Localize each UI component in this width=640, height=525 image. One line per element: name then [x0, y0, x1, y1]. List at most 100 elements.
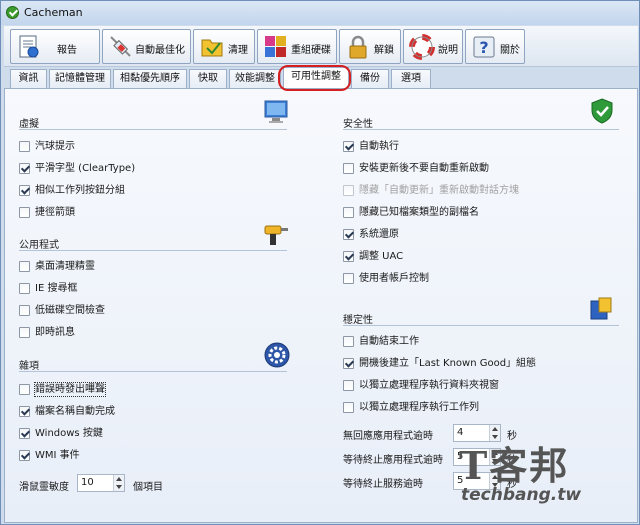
stability-section-title: 穩定性	[343, 315, 373, 326]
appearance-section-title: 虛擬	[19, 119, 39, 130]
wait-kill-app-timeout-label: 等待終止應用程式逾時	[343, 455, 443, 466]
tab-options[interactable]: 選項	[391, 69, 431, 88]
window-title: Cacheman	[24, 6, 83, 19]
auto-optimize-label: 自動最佳化	[135, 45, 185, 56]
instant-message-label: 即時訊息	[35, 327, 75, 338]
mouse-sensitivity-unit: 個項目	[133, 482, 163, 493]
low-disk-check-checkbox[interactable]	[19, 305, 30, 316]
autorun-label: 自動執行	[359, 141, 399, 152]
system-restore-label: 系統還原	[359, 229, 399, 240]
unlock-label: 解鎖	[374, 45, 394, 56]
user-account-control-checkbox[interactable]	[343, 273, 354, 284]
spin-up-icon[interactable]	[492, 427, 498, 431]
ie-search-checkbox[interactable]	[19, 283, 30, 294]
hide-restart-dialog-label: 隱藏「自動更新」重新啟動對話方塊	[359, 185, 519, 196]
auto-end-tasks-checkbox[interactable]	[343, 336, 354, 347]
title-bar[interactable]: Cacheman	[1, 1, 639, 25]
cleartype-label: 平滑字型 (ClearType)	[35, 163, 136, 174]
help-button[interactable]: 說明	[403, 29, 463, 64]
tab-memory[interactable]: 記憶體管理	[49, 69, 111, 88]
settings-gear-icon	[264, 342, 290, 368]
power-drill-icon	[264, 225, 288, 245]
error-beep-checkbox[interactable]	[19, 384, 30, 395]
wmi-events-checkbox[interactable]	[19, 450, 30, 461]
filename-autocomplete-label: 檔案名稱自動完成	[35, 406, 115, 417]
shortcut-arrow-label: 捷徑箭頭	[35, 207, 75, 218]
help-label: 說明	[438, 45, 458, 56]
spin-up-icon[interactable]	[116, 477, 122, 481]
low-disk-check-label: 低磁碟空間檢查	[35, 305, 105, 316]
report-icon	[19, 35, 39, 58]
security-divider	[343, 129, 619, 130]
last-known-good-label: 開機後建立「Last Known Good」組態	[359, 358, 537, 369]
system-restore-checkbox[interactable]	[343, 229, 354, 240]
filename-autocomplete-checkbox[interactable]	[19, 406, 30, 417]
taskbar-grouping-label: 相似工作列按鈕分組	[35, 185, 125, 196]
taskbar-grouping-checkbox[interactable]	[19, 185, 30, 196]
techbang-watermark: T客邦 techbang.tw	[441, 435, 637, 521]
tab-usability[interactable]: 可用性調整	[283, 67, 349, 88]
stability-cube-icon	[590, 297, 612, 320]
error-beep-label: 錯誤時發出嗶聲	[34, 382, 106, 397]
cleanup-button[interactable]: 清理	[193, 29, 255, 64]
defrag-icon	[265, 36, 286, 57]
syringe-icon	[110, 36, 131, 57]
about-label: 關於	[500, 45, 520, 56]
misc-divider	[19, 371, 287, 372]
hide-restart-dialog-checkbox	[343, 185, 354, 196]
tab-cache[interactable]: 快取	[189, 69, 227, 88]
windows-key-label: Windows 按鍵	[35, 428, 103, 439]
wmi-events-label: WMI 事件	[35, 450, 80, 461]
tab-backup[interactable]: 備份	[351, 69, 389, 88]
instant-message-checkbox[interactable]	[19, 327, 30, 338]
about-button[interactable]: ? 關於	[465, 29, 525, 64]
defrag-button[interactable]: 重組硬碟	[257, 29, 337, 64]
no-auto-restart-checkbox[interactable]	[343, 163, 354, 174]
toolbar: 報告 自動最佳化 清理 重組硬碟 解鎖 說明 ? 關於	[4, 26, 638, 67]
misc-section-title: 雜項	[19, 361, 39, 372]
autorun-checkbox[interactable]	[343, 141, 354, 152]
desktop-cleanup-label: 桌面清理精靈	[35, 261, 95, 272]
mouse-sensitivity-spinner[interactable]: 10	[77, 474, 125, 492]
auto-end-tasks-label: 自動結束工作	[359, 336, 419, 347]
mouse-sensitivity-label: 滑鼠靈敏度	[19, 482, 69, 493]
app-window: Cacheman 報告 自動最佳化 清理 重組硬碟 解鎖 說明 ? 關於 資訊 …	[0, 0, 640, 525]
separate-folder-process-checkbox[interactable]	[343, 380, 354, 391]
stability-divider	[343, 325, 619, 326]
monitor-icon	[264, 100, 288, 123]
hung-app-timeout-label: 無回應應用程式逾時	[343, 431, 433, 442]
hide-extensions-checkbox[interactable]	[343, 207, 354, 218]
tab-priority[interactable]: 相黏優先順序	[113, 69, 187, 88]
last-known-good-checkbox[interactable]	[343, 358, 354, 369]
tab-performance[interactable]: 效能調整	[229, 69, 281, 88]
no-auto-restart-label: 安裝更新後不要自動重新啟動	[359, 163, 489, 174]
utilities-section-title: 公用程式	[19, 240, 59, 251]
report-button[interactable]: 報告	[10, 29, 100, 64]
tab-info[interactable]: 資訊	[10, 69, 47, 88]
cleanup-icon	[201, 39, 223, 57]
separate-taskbar-process-label: 以獨立處理程序執行工作列	[359, 402, 479, 413]
watermark-logo: T客邦	[459, 443, 570, 488]
appearance-divider	[19, 129, 287, 130]
adjust-uac-checkbox[interactable]	[343, 251, 354, 262]
balloon-tips-checkbox[interactable]	[19, 141, 30, 152]
wait-kill-service-timeout-label: 等待終止服務逾時	[343, 479, 423, 490]
cleanup-label: 清理	[228, 45, 248, 56]
balloon-tips-label: 汽球提示	[35, 141, 75, 152]
separate-taskbar-process-checkbox[interactable]	[343, 402, 354, 413]
cleartype-checkbox[interactable]	[19, 163, 30, 174]
windows-key-checkbox[interactable]	[19, 428, 30, 439]
desktop-cleanup-checkbox[interactable]	[19, 261, 30, 272]
report-label: 報告	[57, 45, 77, 56]
auto-optimize-button[interactable]: 自動最佳化	[102, 29, 191, 64]
user-account-control-label: 使用者帳戶控制	[359, 273, 429, 284]
svg-text:?: ?	[479, 38, 488, 57]
unlock-button[interactable]: 解鎖	[339, 29, 401, 64]
spin-down-icon[interactable]	[116, 485, 122, 489]
shortcut-arrow-checkbox[interactable]	[19, 207, 30, 218]
utilities-divider	[19, 250, 287, 251]
mouse-sensitivity-arrows[interactable]	[113, 475, 124, 491]
adjust-uac-label: 調整 UAC	[359, 251, 404, 262]
hide-extensions-label: 隱藏已知檔案類型的副檔名	[359, 207, 479, 218]
lifebuoy-icon	[409, 34, 435, 60]
